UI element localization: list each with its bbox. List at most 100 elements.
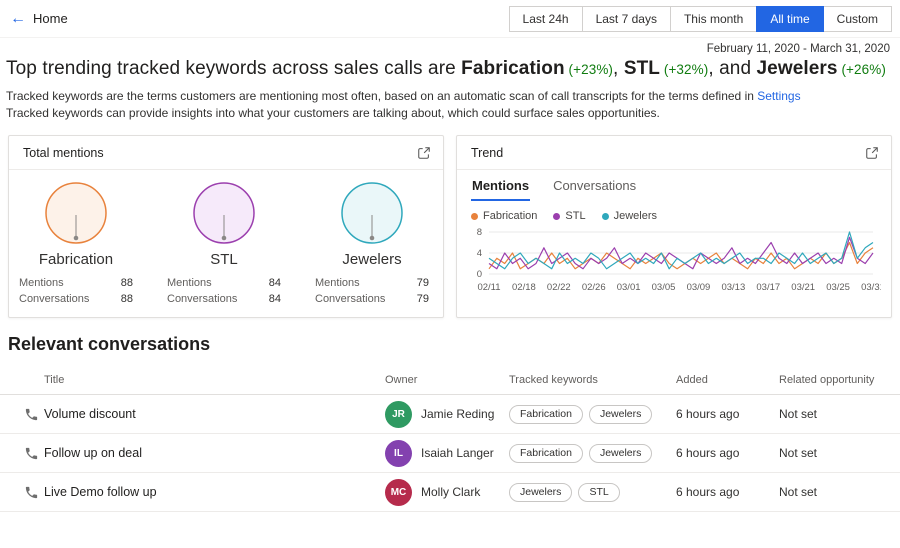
filter-last-24h[interactable]: Last 24h [508, 5, 583, 32]
svg-text:8: 8 [477, 227, 482, 238]
added-cell: 6 hours ago [676, 485, 740, 499]
table-row[interactable]: Volume discount JR Jamie Reding Fabrication… [0, 395, 900, 434]
mentions-value: 79 [416, 277, 429, 289]
legend-label: Fabrication [483, 210, 538, 222]
trend-legend: Fabrication STL Jewelers [457, 201, 891, 224]
conversations-value: 79 [416, 293, 429, 305]
conversations-table: Title Owner Tracked keywords Added Relat… [0, 366, 900, 512]
svg-text:03/31: 03/31 [861, 282, 881, 293]
tab-conversations[interactable]: Conversations [552, 170, 637, 201]
mentions-stat: Mentions 79 [315, 275, 429, 291]
column-header-related-opportunity: Related opportunity [779, 374, 875, 386]
conversations-label: Conversations [167, 293, 238, 305]
related-opportunity-cell: Not set [779, 446, 818, 460]
tracked-keywords-cell: Fabrication Jewelers [509, 443, 676, 463]
svg-text:03/05: 03/05 [652, 282, 676, 293]
trend-card: Trend Mentions Conversations Fabrication… [456, 135, 892, 318]
column-header-owner: Owner [385, 374, 418, 386]
conversations-stat: Conversations 84 [167, 291, 281, 307]
svg-text:03/09: 03/09 [687, 282, 711, 293]
filter-all-time[interactable]: All time [756, 5, 824, 32]
relevant-conversations-title: Relevant conversations [8, 334, 211, 354]
svg-text:02/22: 02/22 [547, 282, 571, 293]
owner-name: Isaiah Langer [421, 446, 494, 460]
phone-icon [25, 447, 38, 459]
keyword-pill: Jewelers [588, 444, 653, 463]
keyword-pill: Jewelers [509, 483, 573, 502]
svg-text:03/13: 03/13 [721, 282, 745, 293]
owner-cell: MC Molly Clark [385, 478, 509, 506]
keyword-bubbles: Fabrication Mentions 88 Conversations 88… [9, 170, 443, 307]
total-mentions-card-title: Total mentions [23, 146, 104, 160]
avatar: MC [385, 478, 412, 506]
conversations-stat: Conversations 88 [19, 291, 133, 307]
conversations-stat: Conversations 79 [315, 291, 429, 307]
svg-text:03/01: 03/01 [617, 282, 641, 293]
keyword-name: STL [210, 251, 238, 268]
conversations-label: Conversations [19, 293, 90, 305]
mentions-stat: Mentions 84 [167, 275, 281, 291]
svg-text:02/18: 02/18 [512, 282, 536, 293]
call-icon-cell [24, 485, 44, 500]
svg-text:03/17: 03/17 [756, 282, 780, 293]
description-line1: Tracked keywords are the terms customers… [6, 89, 758, 103]
headline-separator: , [613, 58, 624, 79]
avatar: IL [385, 439, 412, 467]
filter-this-month[interactable]: This month [669, 5, 758, 32]
svg-text:4: 4 [477, 248, 482, 259]
phone-icon [25, 408, 38, 420]
description-text: Tracked keywords are the terms customers… [0, 80, 900, 122]
headline-change-fabrication: (+23%) [564, 62, 614, 77]
trend-chart: 0 4 8 02/11 02/18 02/22 02/26 03/01 03/05 03/09 03… [477, 227, 881, 293]
mentions-value: 84 [268, 277, 281, 289]
column-header-tracked-keywords: Tracked keywords [509, 374, 598, 386]
back-arrow-icon: ← [10, 9, 26, 27]
tab-mentions[interactable]: Mentions [471, 170, 531, 201]
table-header: Title Owner Tracked keywords Added Relat… [0, 366, 900, 395]
filter-last-7-days[interactable]: Last 7 days [581, 5, 671, 32]
conversation-title[interactable]: Live Demo follow up [44, 485, 385, 499]
keyword-pill: Fabrication [509, 444, 583, 463]
related-opportunity-cell: Not set [779, 485, 818, 499]
headline-change-jewelers: (+26%) [837, 62, 886, 77]
bubble-balloon-icon [193, 182, 255, 244]
legend-label: Jewelers [613, 210, 658, 222]
headline-separator: , and [708, 58, 757, 79]
conversations-label: Conversations [315, 293, 386, 305]
total-mentions-card: Total mentions Fabrication Mentions 88 C… [8, 135, 444, 318]
legend-dot-icon [601, 212, 609, 220]
back-home-button[interactable]: ← Home [10, 9, 68, 27]
page-title: Top trending tracked keywords across sal… [0, 55, 900, 80]
table-row[interactable]: Follow up on deal IL Isaiah Langer Fabricat… [0, 434, 900, 473]
keyword-bubble-jewelers: Jewelers Mentions 79 Conversations 79 [315, 180, 429, 307]
filter-custom[interactable]: Custom [822, 5, 892, 32]
popout-icon[interactable] [865, 146, 879, 160]
conversation-title[interactable]: Volume discount [44, 407, 385, 421]
popout-icon[interactable] [417, 146, 431, 160]
insight-cards: Total mentions Fabrication Mentions 88 C… [8, 135, 892, 318]
trend-card-title: Trend [471, 146, 504, 160]
keyword-pill: Fabrication [509, 405, 583, 424]
phone-icon [25, 486, 38, 498]
mentions-value: 88 [120, 277, 133, 289]
top-bar: ← Home Last 24h Last 7 days This month A… [0, 0, 900, 38]
keyword-bubble-fabrication: Fabrication Mentions 88 Conversations 88 [19, 180, 133, 307]
headline-keyword-jewelers: Jewelers [756, 58, 838, 79]
time-filter-group: Last 24h Last 7 days This month All time… [508, 5, 892, 32]
table-row[interactable]: Live Demo follow up MC Molly Clark Jewelers… [0, 473, 900, 512]
headline-text: Top trending tracked keywords across sal… [6, 58, 462, 79]
column-header-added: Added [676, 374, 708, 386]
trend-line-jewelers [488, 231, 874, 270]
mentions-label: Mentions [19, 277, 64, 289]
legend-item: Jewelers [601, 210, 658, 222]
trend-tabs: Mentions Conversations [457, 170, 891, 201]
mentions-label: Mentions [167, 277, 212, 289]
settings-link[interactable]: Settings [757, 89, 800, 103]
table-body: Volume discount JR Jamie Reding Fabrication… [0, 395, 900, 512]
avatar: JR [385, 400, 412, 428]
keyword-name: Fabrication [38, 251, 114, 268]
conversation-title[interactable]: Follow up on deal [44, 446, 385, 460]
call-icon-cell [24, 407, 44, 422]
legend-item: STL [553, 210, 586, 222]
keyword-bubble-stl: STL Mentions 84 Conversations 84 [167, 180, 281, 307]
